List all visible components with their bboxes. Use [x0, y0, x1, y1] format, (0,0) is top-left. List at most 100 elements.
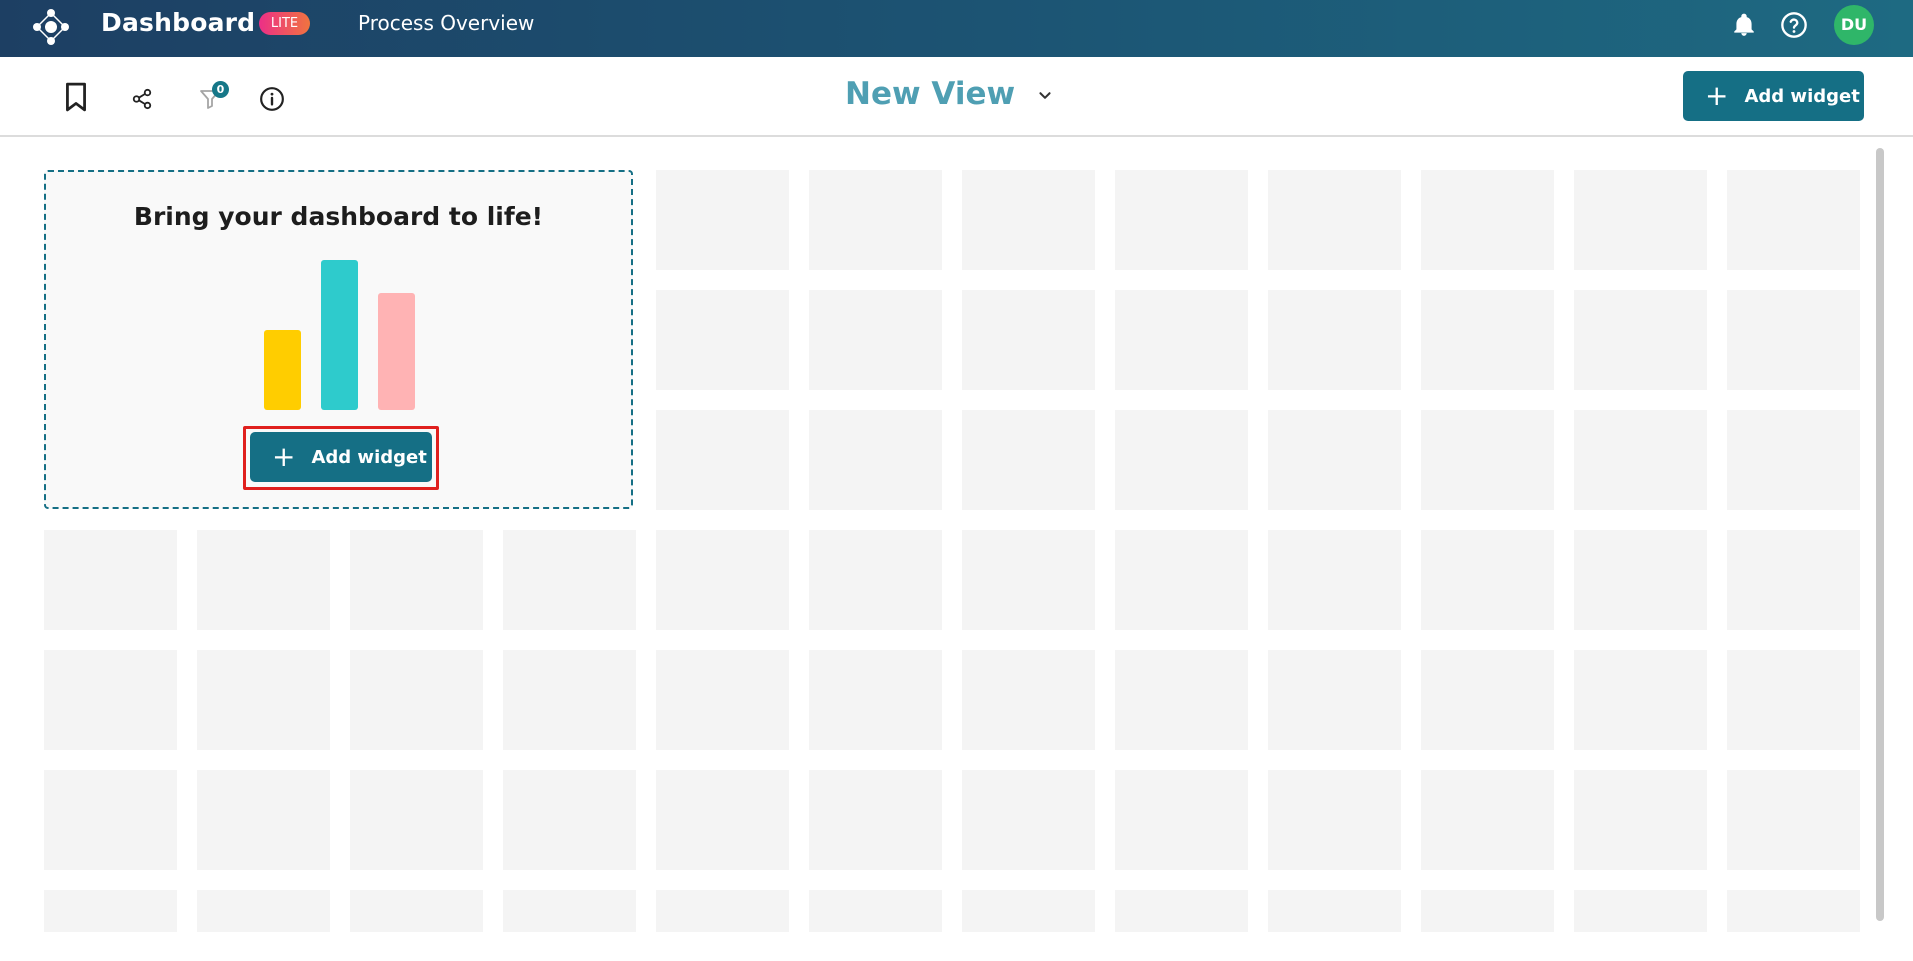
grid-placeholder-cell — [962, 650, 1095, 750]
grid-placeholder-cell — [1574, 170, 1707, 270]
grid-placeholder-cell — [350, 530, 483, 630]
grid-placeholder-cell — [1574, 890, 1707, 932]
grid-placeholder-cell — [1115, 890, 1248, 932]
empty-state-card: Bring your dashboard to life! + Add widg… — [44, 170, 633, 509]
grid-placeholder-cell — [962, 890, 1095, 932]
grid-placeholder-cell — [1421, 170, 1554, 270]
grid-placeholder-cell — [44, 650, 177, 750]
bookmark-icon — [66, 82, 86, 112]
grid-placeholder-cell — [1574, 410, 1707, 510]
grid-placeholder-cell — [656, 650, 789, 750]
grid-placeholder-cell — [1727, 410, 1860, 510]
info-icon — [260, 87, 284, 111]
top-navigation-bar: Dashboard LITE Process Overview DU — [0, 0, 1913, 57]
grid-placeholder-cell — [503, 770, 636, 870]
grid-placeholder-cell — [1574, 530, 1707, 630]
illustration-bar — [321, 260, 358, 410]
add-widget-button-toolbar[interactable]: + Add widget — [1683, 71, 1864, 121]
grid-placeholder-cell — [503, 530, 636, 630]
app-logo-icon[interactable] — [32, 8, 70, 46]
chevron-down-icon[interactable] — [1034, 85, 1056, 107]
grid-placeholder-cell — [656, 530, 789, 630]
grid-placeholder-cell — [962, 290, 1095, 390]
grid-placeholder-cell — [350, 650, 483, 750]
illustration-bar — [264, 330, 301, 410]
share-icon — [132, 88, 152, 110]
grid-placeholder-cell — [1727, 290, 1860, 390]
grid-placeholder-cell — [1268, 410, 1401, 510]
grid-placeholder-cell — [1115, 170, 1248, 270]
grid-placeholder-cell — [962, 170, 1095, 270]
grid-placeholder-cell — [44, 530, 177, 630]
illustration-bar — [378, 293, 415, 410]
grid-placeholder-cell — [809, 650, 942, 750]
grid-placeholder-cell — [1574, 770, 1707, 870]
grid-placeholder-cell — [197, 770, 330, 870]
grid-placeholder-cell — [656, 890, 789, 932]
add-widget-label: Add widget — [311, 446, 427, 468]
grid-placeholder-cell — [1574, 290, 1707, 390]
grid-placeholder-cell — [1268, 290, 1401, 390]
grid-placeholder-cell — [1268, 170, 1401, 270]
grid-placeholder-cell — [656, 410, 789, 510]
grid-placeholder-cell — [1115, 530, 1248, 630]
grid-placeholder-cell — [1421, 530, 1554, 630]
grid-placeholder-cell — [1268, 650, 1401, 750]
grid-placeholder-cell — [1421, 650, 1554, 750]
grid-placeholder-cell — [1268, 770, 1401, 870]
grid-placeholder-cell — [809, 170, 942, 270]
grid-placeholder-cell — [809, 530, 942, 630]
filter-count-badge: 0 — [212, 81, 229, 98]
grid-placeholder-cell — [1421, 410, 1554, 510]
grid-placeholder-cell — [656, 290, 789, 390]
share-button[interactable] — [122, 79, 162, 119]
grid-placeholder-cell — [962, 770, 1095, 870]
app-brand[interactable]: Dashboard — [101, 8, 255, 37]
grid-placeholder-cell — [44, 890, 177, 932]
avatar[interactable]: DU — [1834, 5, 1874, 45]
grid-placeholder-cell — [350, 770, 483, 870]
help-icon[interactable] — [1780, 11, 1808, 39]
grid-placeholder-cell — [1727, 650, 1860, 750]
grid-placeholder-cell — [503, 650, 636, 750]
grid-placeholder-cell — [197, 530, 330, 630]
dashboard-toolbar: 0 New View + Add widget — [0, 57, 1913, 137]
grid-placeholder-cell — [503, 890, 636, 932]
bookmark-button[interactable] — [56, 77, 96, 117]
grid-placeholder-cell — [656, 770, 789, 870]
add-widget-label: Add widget — [1744, 85, 1860, 107]
plus-icon: + — [272, 440, 296, 473]
grid-placeholder-cell — [197, 890, 330, 932]
empty-state-title: Bring your dashboard to life! — [133, 202, 544, 231]
filter-button[interactable]: 0 — [190, 79, 230, 119]
grid-placeholder-cell — [1115, 650, 1248, 750]
grid-placeholder-cell — [1115, 410, 1248, 510]
grid-placeholder-cell — [656, 170, 789, 270]
lite-badge: LITE — [259, 12, 310, 35]
vertical-scrollbar[interactable] — [1876, 148, 1884, 921]
grid-placeholder-cell — [1115, 770, 1248, 870]
bell-icon[interactable] — [1731, 12, 1757, 38]
grid-placeholder-cell — [962, 410, 1095, 510]
page-title: Process Overview — [358, 11, 535, 35]
grid-placeholder-cell — [1421, 290, 1554, 390]
grid-placeholder-cell — [1268, 890, 1401, 932]
grid-placeholder-cell — [1268, 530, 1401, 630]
grid-placeholder-cell — [809, 770, 942, 870]
grid-placeholder-cell — [1115, 290, 1248, 390]
add-widget-button[interactable]: + Add widget — [250, 432, 432, 482]
grid-placeholder-cell — [809, 410, 942, 510]
view-title[interactable]: New View — [845, 76, 1015, 112]
grid-placeholder-cell — [1421, 770, 1554, 870]
grid-placeholder-cell — [350, 890, 483, 932]
grid-placeholder-cell — [1727, 890, 1860, 932]
grid-placeholder-cell — [1421, 890, 1554, 932]
info-button[interactable] — [252, 79, 292, 119]
plus-icon: + — [1705, 79, 1729, 112]
grid-placeholder-cell — [809, 290, 942, 390]
grid-placeholder-cell — [1727, 770, 1860, 870]
grid-placeholder-cell — [197, 650, 330, 750]
grid-placeholder-cell — [44, 770, 177, 870]
grid-placeholder-cell — [1727, 170, 1860, 270]
grid-placeholder-cell — [809, 890, 942, 932]
